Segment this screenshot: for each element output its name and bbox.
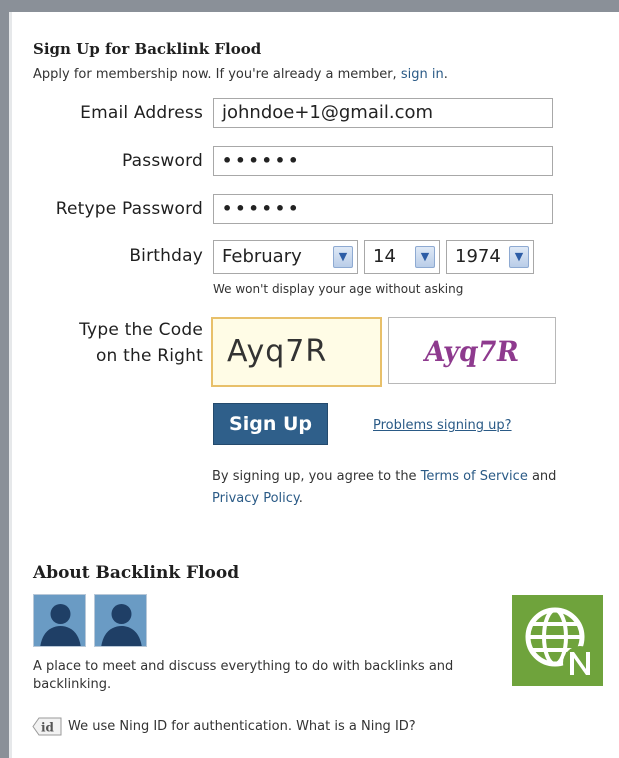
chevron-down-icon[interactable]: ▼ bbox=[415, 246, 435, 268]
email-label: Email Address bbox=[80, 103, 203, 123]
about-heading: About Backlink Flood bbox=[33, 563, 240, 583]
network-logo bbox=[512, 595, 603, 686]
person-silhouette-icon bbox=[95, 595, 146, 646]
birthday-day-select[interactable]: 14 ▼ bbox=[364, 240, 440, 274]
member-avatar-2[interactable] bbox=[94, 594, 147, 647]
captcha-text: Ayq7R bbox=[422, 335, 522, 368]
ning-id-tag-icon[interactable]: id bbox=[32, 717, 62, 736]
sign-in-link[interactable]: sign in bbox=[401, 67, 444, 82]
code-label-line2: on the Right bbox=[95, 346, 203, 366]
birthday-month-select[interactable]: February ▼ bbox=[213, 240, 358, 274]
captcha-image: Ayq7R bbox=[388, 317, 556, 384]
globe-n-logo-icon bbox=[512, 595, 603, 686]
about-description: A place to meet and discuss everything t… bbox=[33, 659, 454, 692]
captcha-code-input[interactable]: Ayq7R bbox=[211, 317, 382, 387]
signup-heading: Sign Up for Backlink Flood bbox=[33, 40, 262, 58]
signup-button[interactable]: Sign Up bbox=[213, 403, 328, 445]
window-frame-left bbox=[0, 0, 9, 758]
chevron-down-icon[interactable]: ▼ bbox=[333, 246, 353, 268]
intro-text: Apply for membership now. If you're alre… bbox=[33, 67, 401, 82]
birthday-month-value: February bbox=[222, 246, 302, 267]
ning-id-notice: We use Ning ID for authentication. What … bbox=[68, 719, 416, 734]
intro-suffix: . bbox=[443, 67, 448, 82]
password-field[interactable]: •••••• bbox=[213, 146, 553, 176]
terms-of-service-link[interactable]: Terms of Service bbox=[421, 469, 528, 484]
signup-intro: Apply for membership now. If you're alre… bbox=[33, 67, 448, 82]
retype-password-field[interactable]: •••••• bbox=[213, 194, 553, 224]
member-avatar-1[interactable] bbox=[33, 594, 86, 647]
retype-password-label: Retype Password bbox=[55, 199, 203, 219]
terms-suffix: . bbox=[298, 491, 303, 506]
birthday-label: Birthday bbox=[129, 246, 203, 266]
window-frame-top bbox=[0, 0, 619, 12]
problems-signing-up-link[interactable]: Problems signing up? bbox=[373, 418, 512, 433]
birthday-year-value: 1974 bbox=[455, 246, 501, 267]
terms-prefix: By signing up, you agree to the bbox=[212, 469, 421, 484]
chevron-down-icon[interactable]: ▼ bbox=[509, 246, 529, 268]
terms-notice: By signing up, you agree to the Terms of… bbox=[212, 466, 592, 510]
birthday-day-value: 14 bbox=[373, 246, 396, 267]
email-field[interactable]: johndoe+1@gmail.com bbox=[213, 98, 553, 128]
password-label: Password bbox=[121, 151, 203, 171]
window-frame-left-inner bbox=[9, 12, 12, 758]
terms-and: and bbox=[527, 469, 557, 484]
birthday-hint: We won't display your age without asking bbox=[213, 282, 464, 296]
privacy-policy-link[interactable]: Privacy Policy bbox=[212, 491, 299, 506]
id-badge-text: id bbox=[41, 721, 55, 735]
code-label-line1: Type the Code bbox=[79, 320, 203, 340]
birthday-year-select[interactable]: 1974 ▼ bbox=[446, 240, 534, 274]
person-silhouette-icon bbox=[34, 595, 85, 646]
